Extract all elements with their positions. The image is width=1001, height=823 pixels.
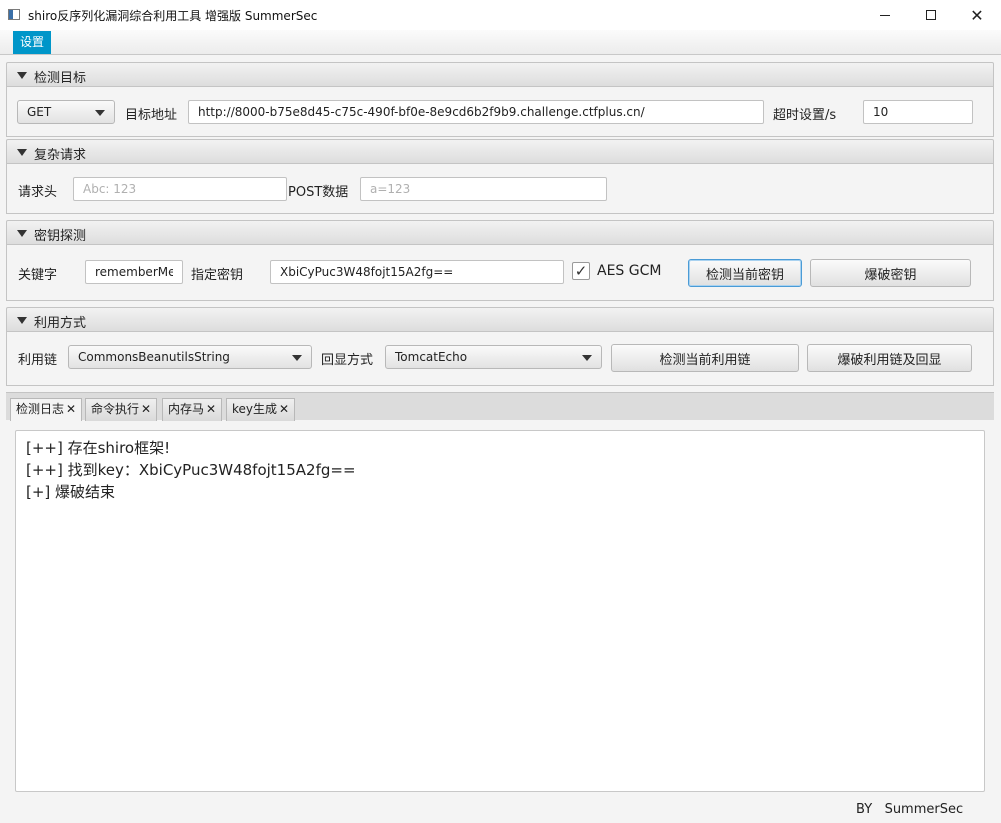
brute-force-key-button[interactable]: 爆破密钥 (810, 259, 971, 287)
check-current-key-button[interactable]: 检测当前密钥 (688, 259, 802, 287)
echo-value: TomcatEcho (395, 350, 468, 364)
request-headers-input[interactable] (73, 177, 287, 201)
method-select[interactable]: GET (17, 100, 115, 124)
window-title: shiro反序列化漏洞综合利用工具 增强版 SummerSec (28, 9, 318, 23)
minimize-icon (880, 14, 890, 16)
aes-gcm-checkbox[interactable]: ✓ (572, 262, 590, 280)
footer-credit: BY SummerSec (856, 802, 963, 817)
chevron-down-icon (582, 355, 592, 361)
url-input[interactable] (188, 100, 764, 124)
key-input[interactable] (270, 260, 564, 284)
request-headers-label: 请求头 (18, 185, 58, 200)
collapse-triangle-icon (17, 149, 27, 156)
chevron-down-icon (292, 355, 302, 361)
menu-settings[interactable]: 设置 (13, 31, 52, 54)
log-line: [++] 找到key：XbiCyPuc3W48fojt15A2fg== (26, 461, 356, 479)
maximize-button[interactable] (908, 0, 954, 30)
aes-gcm-label: AES GCM (597, 263, 662, 279)
tab-label: 命令执行 (91, 402, 140, 416)
post-data-label: POST数据 (288, 185, 349, 200)
collapse-triangle-icon (17, 317, 27, 324)
tab-detect-log[interactable]: 检测日志 ✕ (10, 398, 83, 421)
tab-label: 检测日志 (16, 402, 65, 416)
menu-bar: 设置 (0, 30, 1001, 55)
post-data-input[interactable] (360, 177, 607, 201)
close-icon[interactable]: ✕ (66, 402, 76, 416)
section-header-key-detection[interactable]: 密钥探测 (6, 220, 994, 245)
app-icon (8, 9, 20, 20)
tab-memshell[interactable]: 内存马 ✕ (162, 398, 223, 421)
section-header-exploit[interactable]: 利用方式 (6, 307, 994, 332)
check-current-chain-button[interactable]: 检测当前利用链 (611, 344, 799, 372)
collapse-triangle-icon (17, 72, 27, 79)
close-icon[interactable]: ✕ (279, 402, 289, 416)
footer-by: BY (856, 802, 873, 817)
section-title: 利用方式 (34, 316, 87, 331)
tab-command-exec[interactable]: 命令执行 ✕ (85, 398, 158, 421)
log-line: [+] 爆破结束 (26, 483, 116, 501)
title-bar: shiro反序列化漏洞综合利用工具 增强版 SummerSec ✕ (0, 0, 1001, 30)
log-line: [++] 存在shiro框架! (26, 439, 171, 457)
section-title: 复杂请求 (34, 148, 87, 163)
brute-force-chain-button[interactable]: 爆破利用链及回显 (807, 344, 972, 372)
close-icon[interactable]: ✕ (206, 402, 216, 416)
keyword-label: 关键字 (18, 268, 58, 283)
close-icon: ✕ (970, 5, 984, 25)
section-body-detect-target: GET 目标地址 超时设置/s (6, 87, 994, 137)
section-title: 密钥探测 (34, 229, 87, 244)
section-body-complex-request: 请求头 POST数据 (6, 164, 994, 214)
close-button[interactable]: ✕ (954, 0, 1000, 30)
chain-select[interactable]: CommonsBeanutilsString (68, 345, 312, 369)
keyword-input[interactable] (85, 260, 183, 284)
section-header-complex-request[interactable]: 复杂请求 (6, 139, 994, 164)
tab-key-generate[interactable]: key生成 ✕ (226, 398, 296, 421)
method-value: GET (27, 105, 52, 119)
chain-value: CommonsBeanutilsString (78, 350, 230, 364)
section-body-key-detection: 关键字 指定密钥 ✓ AES GCM 检测当前密钥 爆破密钥 (6, 245, 994, 301)
section-title: 检测目标 (34, 71, 87, 86)
timeout-label: 超时设置/s (773, 108, 837, 123)
echo-label: 回显方式 (321, 353, 374, 368)
tab-bar: 检测日志 ✕ 命令执行 ✕ 内存马 ✕ key生成 ✕ (6, 392, 994, 421)
key-label: 指定密钥 (191, 268, 244, 283)
chevron-down-icon (95, 110, 105, 116)
checkmark-icon: ✓ (574, 261, 588, 280)
collapse-triangle-icon (17, 230, 27, 237)
maximize-icon (926, 10, 936, 20)
url-label: 目标地址 (125, 108, 178, 123)
section-header-detect-target[interactable]: 检测目标 (6, 62, 994, 87)
echo-select[interactable]: TomcatEcho (385, 345, 602, 369)
tab-label: key生成 (232, 402, 278, 416)
chain-label: 利用链 (18, 353, 58, 368)
footer-author: SummerSec (884, 802, 964, 817)
section-body-exploit: 利用链 CommonsBeanutilsString 回显方式 TomcatEc… (6, 332, 994, 386)
log-textarea[interactable]: [++] 存在shiro框架! [++] 找到key：XbiCyPuc3W48f… (15, 430, 985, 792)
close-icon[interactable]: ✕ (141, 402, 151, 416)
minimize-button[interactable] (862, 0, 908, 30)
tab-label: 内存马 (168, 402, 205, 416)
timeout-input[interactable] (863, 100, 973, 124)
